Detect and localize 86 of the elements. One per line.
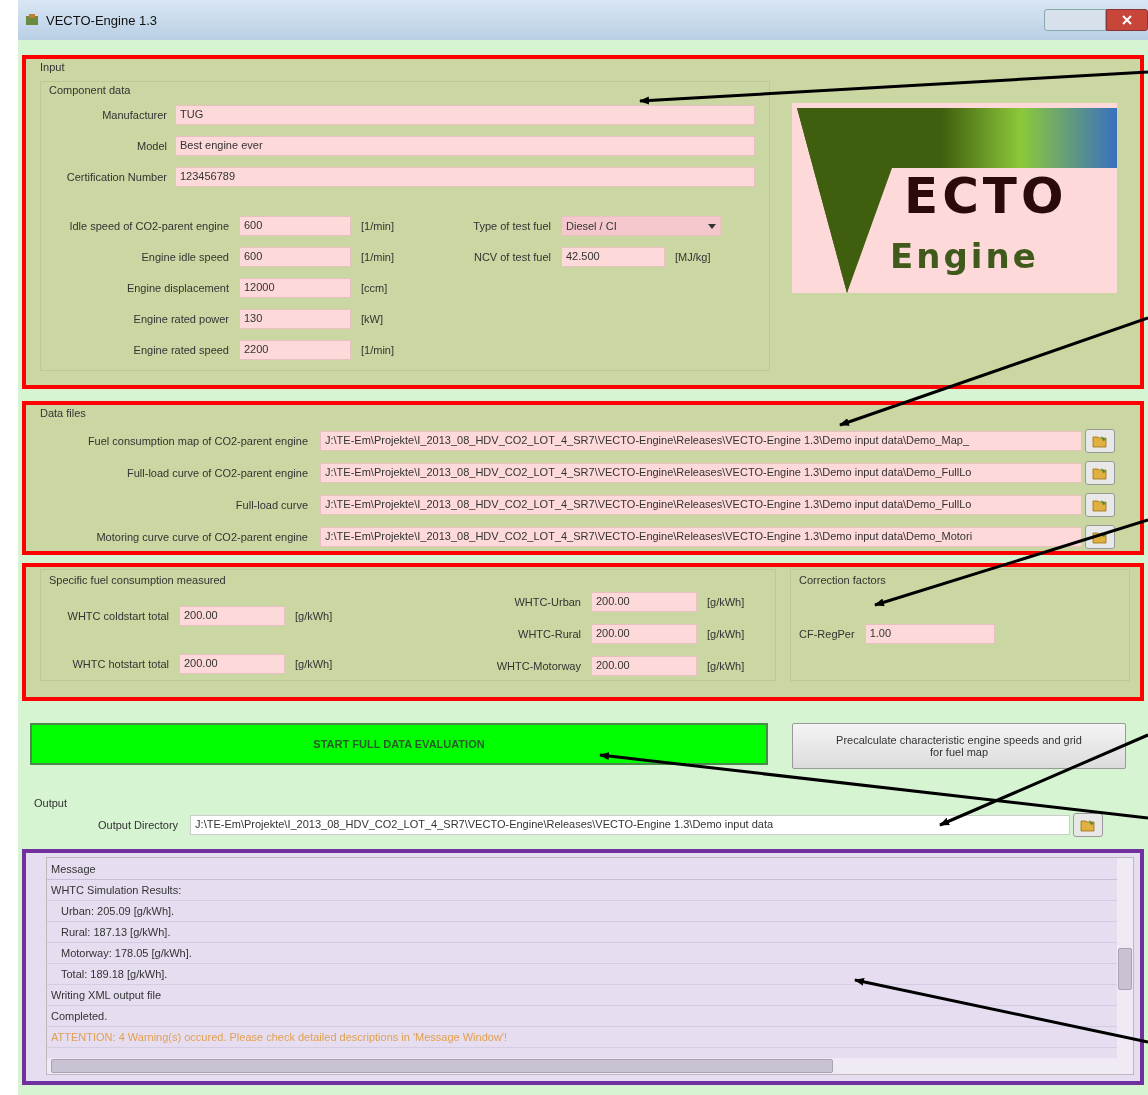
- dropdown-caret-icon: [708, 223, 716, 229]
- unit-label: [1/min]: [361, 220, 395, 232]
- field-label: Engine idle speed: [140, 251, 229, 263]
- message-line: ATTENTION: 4 Warning(s) occured. Please check detailed descriptions in 'Message Window'!: [47, 1027, 1117, 1048]
- unit-label: [1/min]: [361, 344, 395, 356]
- input-field[interactable]: 200.00: [591, 656, 697, 676]
- unit-label: [MJ/kg]: [675, 251, 712, 263]
- field-label: CF-RegPer: [799, 628, 855, 640]
- field-label: Output Directory: [98, 819, 179, 831]
- field-label: WHTC coldstart total: [66, 610, 169, 622]
- input-field[interactable]: 42.500: [561, 247, 665, 267]
- field-label: Engine displacement: [125, 282, 229, 294]
- input-field[interactable]: 123456789: [175, 167, 755, 187]
- section-title: Output: [34, 797, 69, 809]
- message-line: Motorway: 178.05 [g/kWh].: [47, 943, 1117, 964]
- field-label: Engine rated power: [132, 313, 229, 325]
- input-field[interactable]: Best engine ever: [175, 136, 755, 156]
- close-button[interactable]: [1106, 9, 1148, 31]
- unit-label: [g/kWh]: [707, 660, 746, 672]
- field-label: WHTC-Urban: [513, 596, 581, 608]
- message-line: Rural: 187.13 [g/kWh].: [47, 922, 1117, 943]
- output-directory-field[interactable]: J:\TE-Em\Projekte\I_2013_08_HDV_CO2_LOT_4_SR7\VECTO-Engine\Releases\VECTO-Engine 1.3\Demo input data: [190, 815, 1071, 835]
- logo-text: ECTO: [904, 171, 1068, 221]
- file-path-field[interactable]: J:\TE-Em\Projekte\I_2013_08_HDV_CO2_LOT_4_SR7\VECTO-Engine\Releases\VECTO-Engine 1.3\Demo input data\Demo_FullLo: [320, 495, 1082, 515]
- group-title: Specific fuel consumption measured: [49, 574, 227, 586]
- unit-label: [g/kWh]: [295, 610, 334, 622]
- unit-label: [g/kWh]: [295, 658, 334, 670]
- field-label: Model: [136, 140, 167, 152]
- unit-label: [kW]: [361, 313, 384, 325]
- vertical-scrollbar[interactable]: [1117, 858, 1133, 1058]
- field-label: Motoring curve curve of CO2-parent engine: [95, 531, 308, 543]
- field-label: Manufacturer: [101, 109, 167, 121]
- message-line: Total: 189.18 [g/kWh].: [47, 964, 1117, 985]
- unit-label: [g/kWh]: [707, 596, 746, 608]
- input-field[interactable]: 200.00: [179, 654, 285, 674]
- file-path-field[interactable]: J:\TE-Em\Projekte\I_2013_08_HDV_CO2_LOT_4_SR7\VECTO-Engine\Releases\VECTO-Engine 1.3\Demo input data\Demo_Motori: [320, 527, 1082, 547]
- field-label: Engine rated speed: [132, 344, 229, 356]
- input-field[interactable]: 600: [239, 247, 351, 267]
- input-field[interactable]: 130: [239, 309, 351, 329]
- field-label: NCV of test fuel: [472, 251, 551, 263]
- message-line: Completed.: [47, 1006, 1117, 1027]
- field-label: Fuel consumption map of CO2-parent engine: [86, 435, 308, 447]
- start-evaluation-button[interactable]: START FULL DATA EVALUATION: [30, 723, 768, 765]
- input-field[interactable]: 2200: [239, 340, 351, 360]
- unit-label: [1/min]: [361, 251, 395, 263]
- column-header: Message: [47, 858, 1117, 880]
- group-title: Component data: [49, 84, 132, 96]
- input-field[interactable]: 12000: [239, 278, 351, 298]
- panel-title: Input: [40, 61, 66, 73]
- message-line: WHTC Simulation Results:: [47, 880, 1117, 901]
- input-field[interactable]: 200.00: [179, 606, 285, 626]
- input-field[interactable]: 1.00: [864, 624, 995, 644]
- scroll-thumb[interactable]: [1118, 948, 1132, 990]
- file-path-field[interactable]: J:\TE-Em\Projekte\I_2013_08_HDV_CO2_LOT_4_SR7\VECTO-Engine\Releases\VECTO-Engine 1.3\Demo input data\Demo_Map_: [320, 431, 1082, 451]
- precalculate-button[interactable]: Precalculate characteristic engine speeds and grid for fuel map: [792, 723, 1126, 769]
- input-field[interactable]: TUG: [175, 105, 755, 125]
- app-icon: [24, 12, 40, 28]
- field-label: Certification Number: [65, 171, 167, 183]
- close-icon: [1122, 15, 1132, 25]
- field-label: Type of test fuel: [472, 220, 551, 232]
- panel-title: Data files: [40, 407, 87, 419]
- folder-icon: [1080, 818, 1097, 832]
- field-label: WHTC-Rural: [517, 628, 581, 640]
- folder-icon: [1092, 434, 1108, 448]
- scroll-thumb[interactable]: [51, 1059, 833, 1073]
- unit-label: [ccm]: [361, 282, 389, 294]
- message-line: Urban: 205.09 [g/kWh].: [47, 901, 1117, 922]
- input-field[interactable]: 600: [239, 216, 351, 236]
- field-label: Full-load curve of CO2-parent engine: [126, 467, 308, 479]
- fuel-dropdown[interactable]: Diesel / CI: [561, 216, 721, 236]
- input-field[interactable]: 200.00: [591, 624, 697, 644]
- horizontal-scrollbar[interactable]: [47, 1058, 1133, 1074]
- unit-label: [g/kWh]: [707, 628, 746, 640]
- logo-text: Engine: [890, 239, 1039, 273]
- field-label: Full-load curve: [234, 499, 308, 511]
- input-field[interactable]: 200.00: [591, 592, 697, 612]
- window-title: VECTO-Engine 1.3: [46, 12, 158, 28]
- folder-icon: [1092, 466, 1108, 480]
- field-label: Idle speed of CO2-parent engine: [68, 220, 229, 232]
- file-path-field[interactable]: J:\TE-Em\Projekte\I_2013_08_HDV_CO2_LOT_4_SR7\VECTO-Engine\Releases\VECTO-Engine 1.3\Demo input data\Demo_FullLo: [320, 463, 1082, 483]
- message-line: Writing XML output file: [47, 985, 1117, 1006]
- folder-icon: [1092, 530, 1108, 544]
- group-title: Correction factors: [799, 574, 887, 586]
- field-label: WHTC-Motorway: [495, 660, 581, 672]
- folder-icon: [1092, 498, 1108, 512]
- field-label: WHTC hotstart total: [71, 658, 169, 670]
